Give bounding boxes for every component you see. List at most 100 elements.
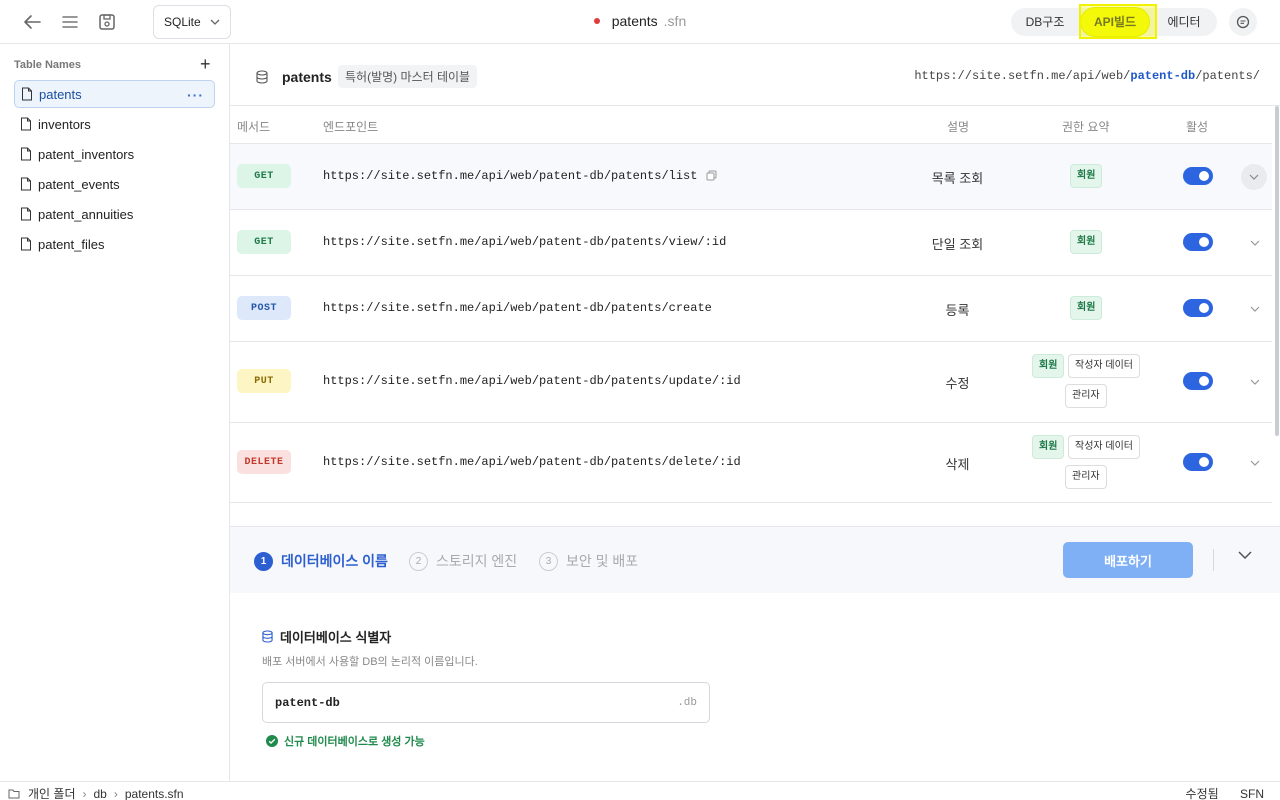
breadcrumb-item[interactable]: patents.sfn [125,787,184,800]
status-bar: 개인 폴더 › db › patents.sfn 수정됨 SFN [0,781,1280,800]
more-icon[interactable]: ··· [187,87,204,103]
col-permission: 권한 요약 [1062,120,1110,134]
url-db-name: patent-db [1130,69,1196,83]
chat-button[interactable] [1229,8,1257,36]
sidebar-item-patent-events[interactable]: patent_events [14,170,215,198]
endpoint-url: https://site.setfn.me/api/web/patent-db/… [323,301,712,315]
save-status: 수정됨 [1185,787,1219,800]
active-toggle[interactable] [1183,372,1213,390]
expand-button[interactable] [1245,372,1265,392]
deploy-stepper: 1 데이터베이스 이름 2 스토리지 엔진 3 보안 및 배포 배포하기 [230,527,1280,593]
copy-icon[interactable] [706,170,717,181]
breadcrumb-item[interactable]: db [94,787,107,800]
chevron-down-icon [1250,306,1260,312]
sidebar-item-label: patent_files [38,236,105,252]
chevron-right-icon: › [82,786,87,800]
permission-badge: 작성자 데이터 [1068,435,1140,459]
active-toggle[interactable] [1183,453,1213,471]
sidebar-item-label: patent_inventors [38,146,135,162]
method-badge: DELETE [237,450,291,474]
step-storage-engine[interactable]: 2 스토리지 엔진 [409,551,517,571]
method-badge: GET [237,230,291,254]
file-icon [21,207,31,221]
method-badge: POST [237,296,291,320]
permission-badge: 관리자 [1065,465,1107,489]
file-icon [21,117,31,131]
database-icon [256,70,268,84]
deploy-button[interactable]: 배포하기 [1063,542,1193,578]
table-header: patents 특허(발명) 마스터 테이블 https://site.setf… [230,44,1280,106]
file-icon [21,147,31,161]
check-circle-icon [266,735,278,747]
main-panel: patents 특허(발명) 마스터 테이블 https://site.setf… [230,44,1280,781]
endpoint-description: 삭제 [945,457,970,472]
chevron-down-icon [1250,379,1260,385]
db-name-field[interactable]: patent-db .db [262,682,710,723]
scrollbar[interactable] [1275,106,1279,436]
expand-button[interactable] [1245,453,1265,473]
sidebar-item-patent-annuities[interactable]: patent_annuities [14,200,215,228]
file-ext: .sfn [663,13,687,29]
chevron-down-icon [1250,460,1260,466]
step-database-name[interactable]: 1 데이터베이스 이름 [254,551,388,571]
table-row[interactable]: GET https://site.setfn.me/api/web/patent… [230,210,1272,276]
file-icon [21,237,31,251]
view-mode-tabs: DB구조 API빌드 에디터 [1011,8,1217,36]
sidebar-item-patent-files[interactable]: patent_files [14,230,215,258]
sidebar-item-label: patents [39,86,82,102]
chevron-down-icon[interactable] [1238,551,1252,559]
section-title: 데이터베이스 식별자 [262,627,391,646]
chat-icon [1236,15,1250,29]
top-toolbar: SQLite patents .sfn DB구조 API빌드 에디터 [0,0,1280,44]
permission-badge: 회원 [1070,164,1103,188]
sidebar-item-label: patent_annuities [38,206,134,222]
method-badge: PUT [237,369,291,393]
table-base-url[interactable]: https://site.setfn.me/api/web/patent-db/… [914,69,1260,83]
divider [1213,549,1214,571]
expand-button[interactable] [1241,164,1267,190]
permission-badge: 회원 [1032,435,1065,459]
validation-message: 신규 데이터베이스로 생성 가능 [266,733,425,749]
sidebar: Table Names + patents ··· inventors pate… [0,44,230,781]
breadcrumb-item[interactable]: 개인 폴더 [28,785,76,800]
step-number: 3 [539,551,558,571]
active-toggle[interactable] [1183,167,1213,185]
chevron-down-icon [1250,240,1260,246]
endpoint-url: https://site.setfn.me/api/web/patent-db/… [323,455,741,469]
expand-button[interactable] [1245,299,1265,319]
step-number: 1 [254,551,273,571]
step-label: 데이터베이스 이름 [281,553,388,569]
step-label: 스토리지 엔진 [436,553,518,569]
add-table-button[interactable]: + [200,54,211,75]
file-icon [22,87,32,101]
table-row[interactable]: DELETE https://site.setfn.me/api/web/pat… [230,423,1272,503]
section-title-text: 데이터베이스 식별자 [280,630,392,645]
expand-button[interactable] [1245,233,1265,253]
file-icon [21,177,31,191]
column-header-row: 메서드 엔드포인트 설명 권한 요약 활성 [230,106,1272,144]
status-right: 수정됨 SFN [1168,785,1264,800]
step-security-deploy[interactable]: 3 보안 및 배포 [539,551,638,571]
validation-text: 신규 데이터베이스로 생성 가능 [284,736,425,748]
chevron-right-icon: › [113,786,118,800]
col-description: 설명 [947,120,970,134]
sidebar-item-label: patent_events [38,176,120,192]
sidebar-item-patents[interactable]: patents ··· [14,80,215,108]
table-row[interactable]: PUT https://site.setfn.me/api/web/patent… [230,342,1272,423]
section-help: 배포 서버에서 사용할 DB의 논리적 이름입니다. [262,656,478,668]
permission-badge: 관리자 [1065,384,1107,408]
table-row[interactable]: GET https://site.setfn.me/api/web/patent… [230,144,1272,210]
sidebar-item-inventors[interactable]: inventors [14,110,215,138]
sidebar-header: Table Names [14,59,82,71]
tab-db-structure[interactable]: DB구조 [1011,8,1079,36]
active-toggle[interactable] [1183,299,1213,317]
tab-editor[interactable]: 에디터 [1151,8,1217,36]
active-toggle[interactable] [1183,233,1213,251]
sidebar-item-patent-inventors[interactable]: patent_inventors [14,140,215,168]
endpoint-description: 목록 조회 [931,171,984,186]
endpoint-description: 등록 [945,303,970,318]
table-row[interactable]: POST https://site.setfn.me/api/web/paten… [230,276,1272,342]
db-name-value: patent-db [275,696,340,710]
endpoint-url: https://site.setfn.me/api/web/patent-db/… [323,374,741,388]
tab-api-build[interactable]: API빌드 [1081,8,1149,36]
